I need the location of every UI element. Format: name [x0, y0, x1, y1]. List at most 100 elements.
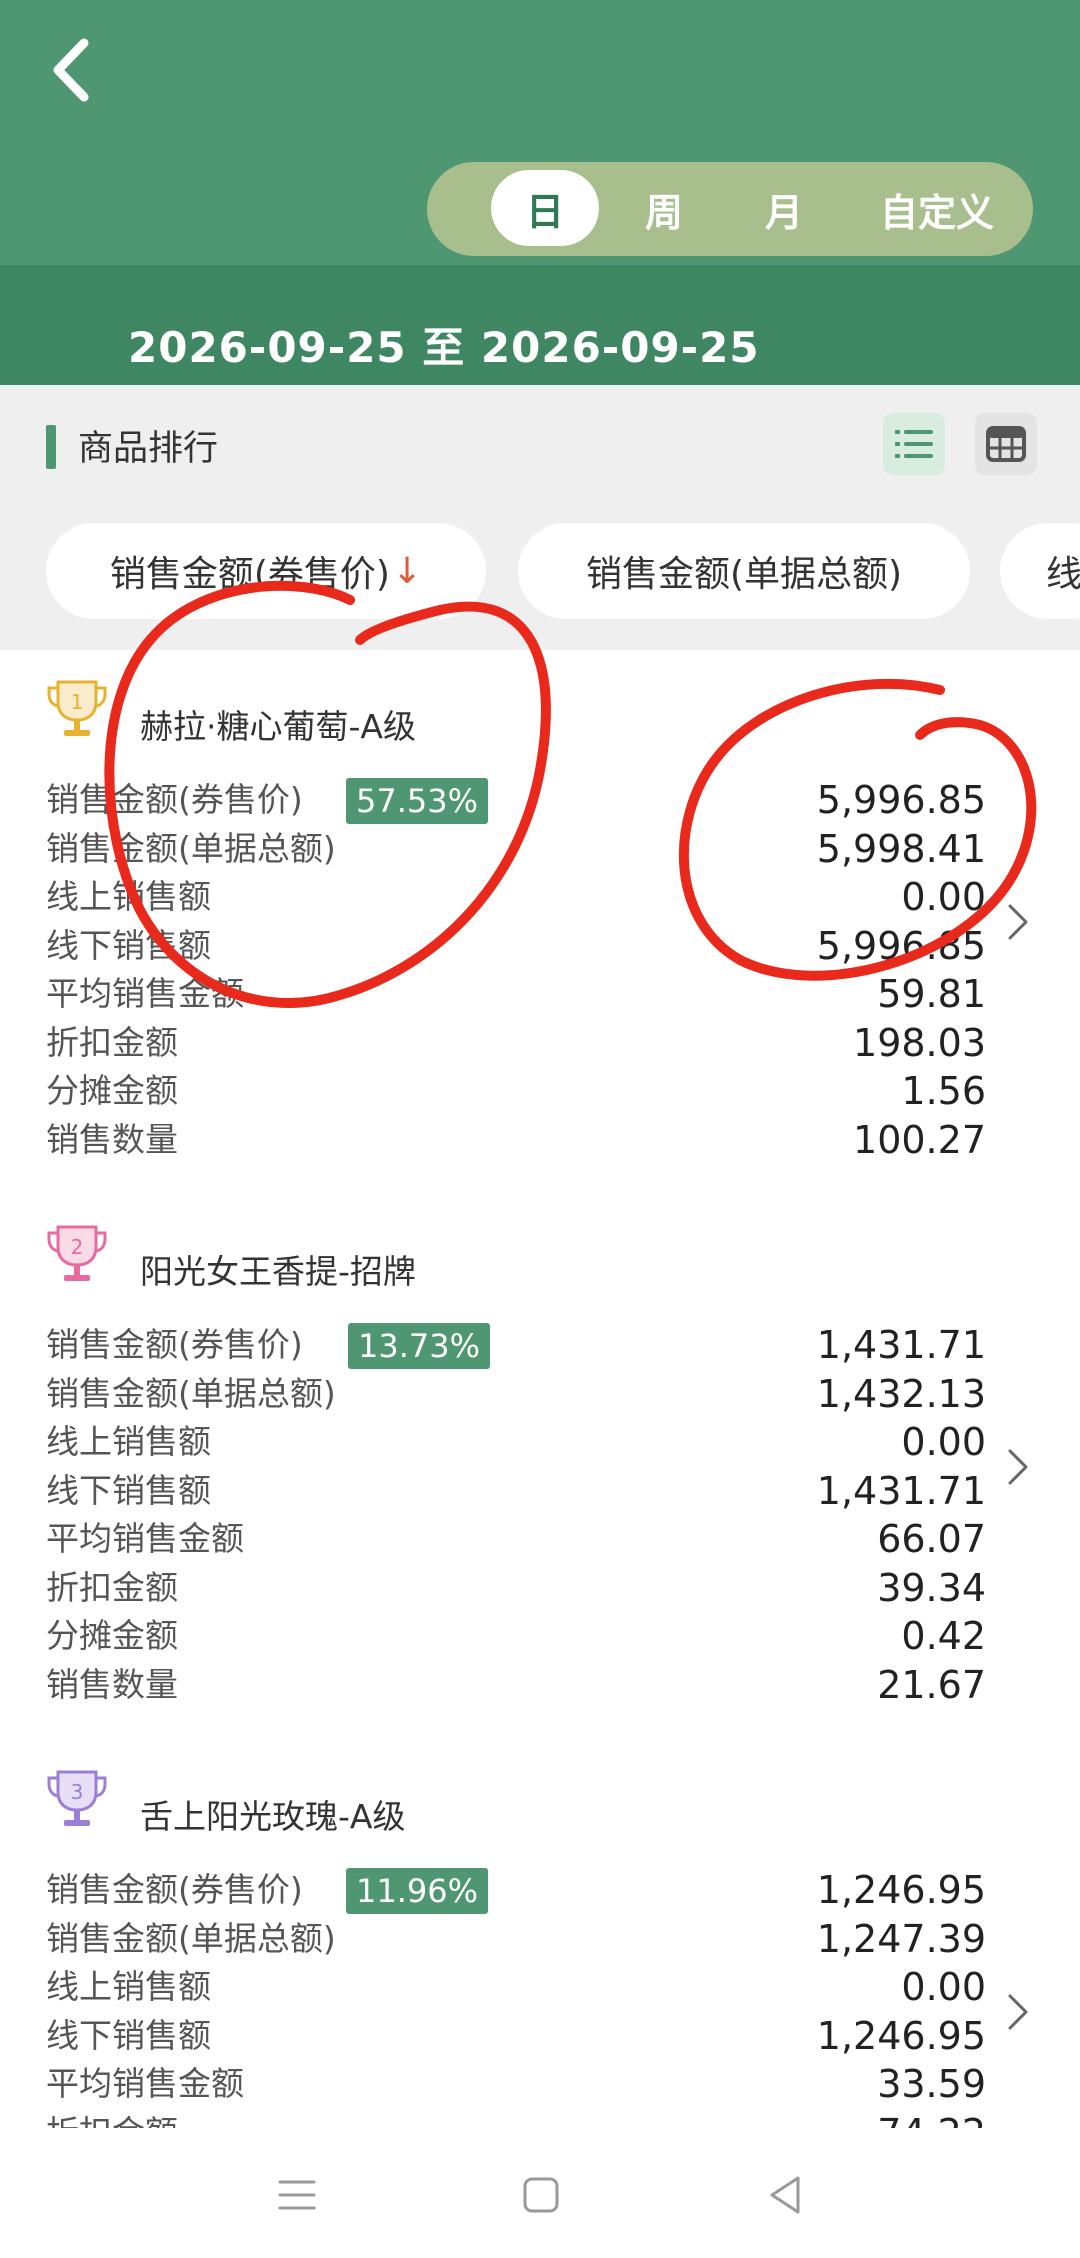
- section-title: 商品排行: [78, 429, 219, 469]
- metric-row: 平均销售金额 59.81: [46, 970, 986, 1018]
- sort-chip-coupon-price[interactable]: 销售金额(券售价) ↓: [46, 523, 486, 619]
- chevron-right-icon[interactable]: [1002, 900, 1032, 944]
- tab-custom[interactable]: 自定义: [847, 162, 1027, 256]
- menu-icon[interactable]: [272, 2170, 322, 2220]
- metric-row: 线上销售额 0.00: [46, 873, 986, 921]
- metric-label: 线下销售额: [46, 1470, 211, 1510]
- chevron-right-icon[interactable]: [1002, 1445, 1032, 1489]
- date-range[interactable]: 2026-09-25 至 2026-09-25: [128, 314, 760, 375]
- metric-value: 1,431.71: [816, 1323, 986, 1367]
- trophy-purple-icon: 3: [47, 1770, 107, 1826]
- tab-month[interactable]: 月: [729, 162, 839, 256]
- list-item[interactable]: 3 舌上阳光玫瑰-A级 销售金额(券售价) 11.96% 1,246.95 销售金额(单据…: [0, 1740, 1080, 2128]
- metric-value: 0.00: [901, 1420, 986, 1464]
- metric-row: 销售金额(券售价) 11.96% 1,246.95: [46, 1866, 986, 1914]
- metric-row: 线下销售额 1,431.71: [46, 1467, 986, 1515]
- share-percent-badge: 13.73%: [348, 1323, 491, 1369]
- metric-row: 销售金额(单据总额) 1,432.13: [46, 1370, 986, 1418]
- list-item[interactable]: 1 赫拉·糖心葡萄-A级 销售金额(券售价) 57.53% 5,996.85 销售金额(单…: [0, 650, 1080, 1195]
- metric-row: 折扣金额 74.22: [46, 2109, 986, 2129]
- section-marker: [46, 425, 56, 469]
- metric-value: 59.81: [877, 972, 986, 1016]
- metric-row: 销售数量 100.27: [46, 1116, 986, 1164]
- svg-text:2: 2: [71, 1235, 84, 1259]
- metric-value: 1,432.13: [816, 1371, 986, 1416]
- metric-label: 销售金额(单据总额): [46, 1918, 336, 1958]
- sort-chip-doc-total[interactable]: 销售金额(单据总额): [518, 523, 970, 619]
- metric-value: 74.22: [877, 2109, 986, 2129]
- home-icon[interactable]: [516, 2170, 566, 2220]
- tab-day[interactable]: 日: [491, 170, 599, 246]
- sort-chip-label: 销售金额(单据总额): [585, 554, 903, 595]
- period-switch: 日 周 月 自定义: [427, 162, 1033, 256]
- metric-label: 线上销售额: [46, 1967, 211, 2006]
- metric-label: 分摊金额: [46, 1616, 178, 1655]
- share-percent-badge: 57.53%: [346, 778, 489, 824]
- list-item[interactable]: 2 阳光女王香提-招牌 销售金额(券售价) 13.73% 1,431.71 销售金额(单据…: [0, 1195, 1080, 1740]
- header: 日 周 月 自定义: [0, 0, 1080, 265]
- metric-value: 100.27: [853, 1117, 986, 1162]
- metric-value: 198.03: [853, 1020, 986, 1065]
- sort-chip-label: 线: [1046, 554, 1080, 595]
- metric-row: 分摊金额 0.42: [46, 1612, 986, 1660]
- metric-label: 线下销售额: [46, 2015, 211, 2055]
- metric-value: 0.42: [901, 1614, 986, 1658]
- svg-text:1: 1: [71, 690, 84, 714]
- sort-desc-icon: ↓: [391, 550, 423, 592]
- metric-label: 线上销售额: [46, 877, 211, 916]
- metric-label: 销售金额(券售价): [46, 1870, 303, 1909]
- metric-label: 分摊金额: [46, 1071, 178, 1110]
- list-view-button[interactable]: [883, 413, 945, 475]
- metric-row: 平均销售金额 33.59: [46, 2060, 986, 2108]
- metric-value: 1,246.95: [816, 1868, 986, 1912]
- metric-row: 销售金额(券售价) 57.53% 5,996.85: [46, 776, 986, 824]
- metric-label: 销售金额(券售价): [46, 1325, 303, 1364]
- metric-row: 销售金额(单据总额) 5,998.41: [46, 825, 986, 873]
- metric-row: 销售金额(券售价) 13.73% 1,431.71: [46, 1321, 986, 1369]
- metric-label: 折扣金额: [46, 2109, 178, 2129]
- metric-label: 销售数量: [46, 1119, 178, 1159]
- chevron-right-icon[interactable]: [1002, 1990, 1032, 2034]
- metric-value: 5,996.85: [816, 778, 986, 822]
- metric-value: 33.59: [877, 2062, 986, 2106]
- metric-label: 销售金额(单据总额): [46, 1373, 336, 1413]
- tab-week[interactable]: 周: [609, 162, 719, 256]
- trophy-gold-icon: 1: [47, 680, 107, 736]
- metric-label: 平均销售金额: [46, 2064, 244, 2103]
- metric-row: 线上销售额 0.00: [46, 1963, 986, 2011]
- sort-chip-label: 销售金额(券售价): [109, 554, 390, 595]
- metric-row: 销售金额(单据总额) 1,247.39: [46, 1915, 986, 1963]
- metric-label: 线下销售额: [46, 925, 211, 965]
- metric-value: 66.07: [877, 1517, 986, 1561]
- metric-value: 39.34: [877, 1565, 986, 1610]
- metric-row: 线下销售额 1,246.95: [46, 2012, 986, 2060]
- metric-label: 折扣金额: [46, 1022, 178, 1062]
- back-arrow-icon: [53, 38, 89, 102]
- metric-label: 销售金额(单据总额): [46, 828, 336, 868]
- back-button[interactable]: [36, 30, 106, 110]
- metric-label: 销售数量: [46, 1664, 178, 1704]
- metric-label: 平均销售金额: [46, 1519, 244, 1558]
- metric-row: 折扣金额 198.03: [46, 1019, 986, 1067]
- metric-value: 5,996.85: [816, 923, 986, 968]
- metric-value: 1,247.39: [816, 1916, 986, 1961]
- svg-text:3: 3: [71, 1780, 84, 1804]
- table-view-button[interactable]: [975, 413, 1037, 475]
- metric-row: 分摊金额 1.56: [46, 1067, 986, 1115]
- metric-value: 5,998.41: [816, 826, 986, 871]
- metric-value: 21.67: [877, 1662, 986, 1707]
- metric-row: 线上销售额 0.00: [46, 1418, 986, 1466]
- metric-row: 线下销售额 5,996.85: [46, 922, 986, 970]
- metric-row: 平均销售金额 66.07: [46, 1515, 986, 1563]
- metric-value: 1,431.71: [816, 1468, 986, 1513]
- metric-row: 折扣金额 39.34: [46, 1564, 986, 1612]
- share-percent-badge: 11.96%: [346, 1868, 489, 1914]
- table-icon: [986, 426, 1026, 462]
- metric-label: 折扣金额: [46, 1567, 178, 1607]
- metric-label: 线上销售额: [46, 1422, 211, 1461]
- product-name: 赫拉·糖心葡萄-A级: [140, 707, 416, 746]
- back-nav-icon[interactable]: [760, 2170, 810, 2220]
- metric-row: 销售数量 21.67: [46, 1661, 986, 1709]
- metric-label: 平均销售金额: [46, 974, 244, 1013]
- ranking-list: 1 赫拉·糖心葡萄-A级 销售金额(券售价) 57.53% 5,996.85 销售金额(单…: [0, 650, 1080, 2128]
